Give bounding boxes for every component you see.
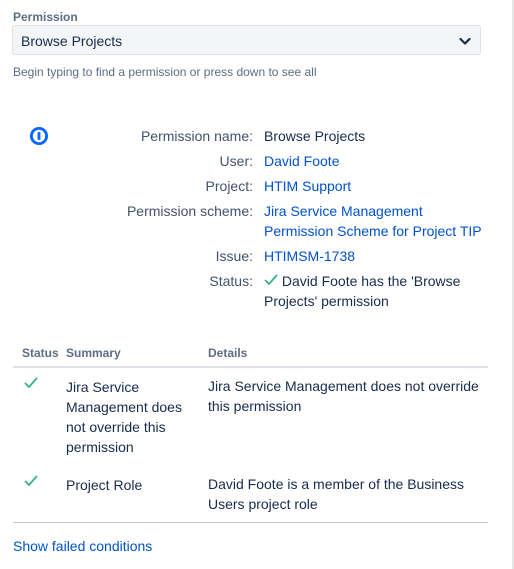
status-text-line-1: David Foote has the 'Browse bbox=[281, 273, 461, 289]
details-line: this permission bbox=[208, 398, 302, 414]
table-bottom-divider bbox=[13, 522, 488, 523]
permission-hint: Begin typing to find a permission or pre… bbox=[13, 65, 317, 79]
column-header-details: Details bbox=[208, 346, 248, 360]
table-row-1-summary: Jira Service Management does not overrid… bbox=[66, 377, 201, 457]
details-line: David Foote is a member of the Business bbox=[208, 476, 465, 492]
show-failed-conditions-link[interactable]: Show failed conditions bbox=[13, 538, 152, 554]
issue-label: Issue: bbox=[215, 248, 253, 264]
permission-select-value: Browse Projects bbox=[21, 33, 123, 49]
user-label: User: bbox=[219, 153, 253, 169]
project-link[interactable]: HTIM Support bbox=[264, 176, 351, 196]
summary-line: Management does bbox=[66, 399, 182, 415]
table-header-divider bbox=[13, 366, 488, 368]
info-icon bbox=[30, 127, 48, 145]
permission-scheme-line-1: Jira Service Management bbox=[264, 203, 423, 219]
permission-scheme-line-2: Permission Scheme for Project TIP bbox=[264, 223, 482, 239]
permission-scheme-link[interactable]: Jira Service Management Permission Schem… bbox=[264, 201, 482, 241]
summary-line: Jira Service bbox=[66, 379, 140, 395]
project-label: Project: bbox=[205, 178, 253, 194]
check-icon bbox=[24, 475, 38, 486]
chevron-down-icon bbox=[459, 37, 471, 45]
table-row-2-summary: Project Role bbox=[66, 475, 201, 495]
permission-select[interactable]: Browse Projects bbox=[12, 25, 481, 55]
status-label: Status: bbox=[209, 273, 253, 289]
permission-helper-panel: Permission Browse Projects Begin typing … bbox=[0, 0, 514, 569]
check-icon bbox=[24, 377, 38, 388]
summary-line: not override this bbox=[66, 419, 166, 435]
permission-field-label: Permission bbox=[13, 10, 78, 24]
issue-link[interactable]: HTIMSM-1738 bbox=[264, 246, 355, 266]
permission-name-label: Permission name: bbox=[140, 128, 253, 144]
table-row-1-details: Jira Service Management does not overrid… bbox=[208, 376, 488, 416]
table-row-2-details: David Foote is a member of the Business … bbox=[208, 474, 488, 514]
summary-line: permission bbox=[66, 439, 134, 455]
status-value: David Foote has the 'Browse Projects' pe… bbox=[264, 271, 460, 311]
permission-scheme-label: Permission scheme: bbox=[126, 203, 253, 219]
check-icon bbox=[264, 274, 278, 285]
permission-name-value: Browse Projects bbox=[264, 128, 366, 144]
status-text-line-2: Projects' permission bbox=[264, 293, 389, 309]
details-line: Users project role bbox=[208, 496, 318, 512]
details-line: Jira Service Management does not overrid… bbox=[208, 378, 479, 394]
summary-line: Project Role bbox=[66, 477, 143, 493]
column-header-summary: Summary bbox=[66, 346, 121, 360]
column-header-status: Status bbox=[22, 346, 59, 360]
user-link[interactable]: David Foote bbox=[264, 151, 339, 171]
